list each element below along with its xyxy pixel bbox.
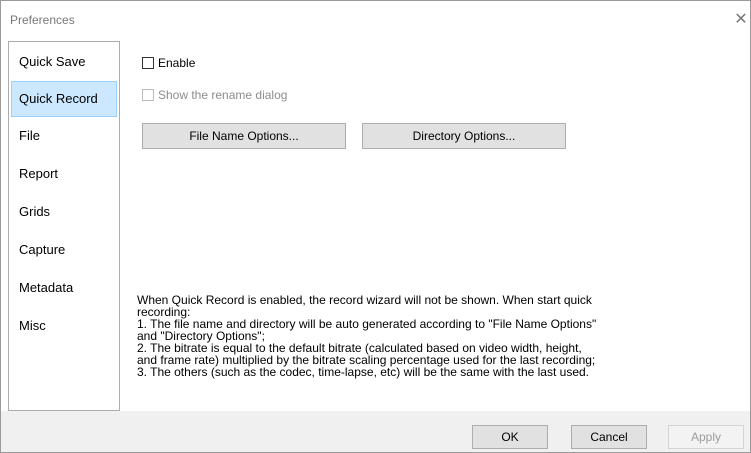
cancel-button[interactable]: Cancel xyxy=(571,425,647,449)
close-icon[interactable]: ✕ xyxy=(732,11,750,29)
preferences-dialog: Preferences ✕ Quick Save Quick Record Fi… xyxy=(0,0,751,453)
enable-label[interactable]: Enable xyxy=(158,56,195,70)
nav-item-capture[interactable]: Capture xyxy=(11,232,117,268)
rename-label: Show the rename dialog xyxy=(158,88,288,102)
nav-item-grids[interactable]: Grids xyxy=(11,194,117,230)
description-line: 3. The others (such as the codec, time-l… xyxy=(137,365,589,379)
apply-button: Apply xyxy=(668,425,744,449)
nav-item-quick-record[interactable]: Quick Record xyxy=(11,81,117,117)
nav-item-quick-save[interactable]: Quick Save xyxy=(11,44,117,80)
nav-item-file[interactable]: File xyxy=(11,118,117,154)
enable-checkbox-row[interactable]: Enable xyxy=(142,55,195,71)
title-bar: Preferences ✕ xyxy=(1,1,750,41)
nav-item-misc[interactable]: Misc xyxy=(11,308,117,344)
description-line: When Quick Record is enabled, the record… xyxy=(137,293,592,307)
nav-item-report[interactable]: Report xyxy=(11,156,117,192)
window-title: Preferences xyxy=(10,13,75,27)
directory-options-button[interactable]: Directory Options... xyxy=(362,123,566,149)
ok-button[interactable]: OK xyxy=(472,425,548,449)
dialog-footer: OK Cancel Apply xyxy=(1,411,750,452)
nav-item-metadata[interactable]: Metadata xyxy=(11,270,117,306)
rename-checkbox-row: Show the rename dialog xyxy=(142,87,287,103)
file-name-options-button[interactable]: File Name Options... xyxy=(142,123,346,149)
rename-checkbox xyxy=(142,89,154,101)
quick-record-panel: Enable Show the rename dialog File Name … xyxy=(121,41,750,411)
enable-checkbox[interactable] xyxy=(142,57,154,69)
category-list: Quick Save Quick Record File Report Grid… xyxy=(8,41,120,411)
description-text: When Quick Record is enabled, the record… xyxy=(137,294,637,378)
